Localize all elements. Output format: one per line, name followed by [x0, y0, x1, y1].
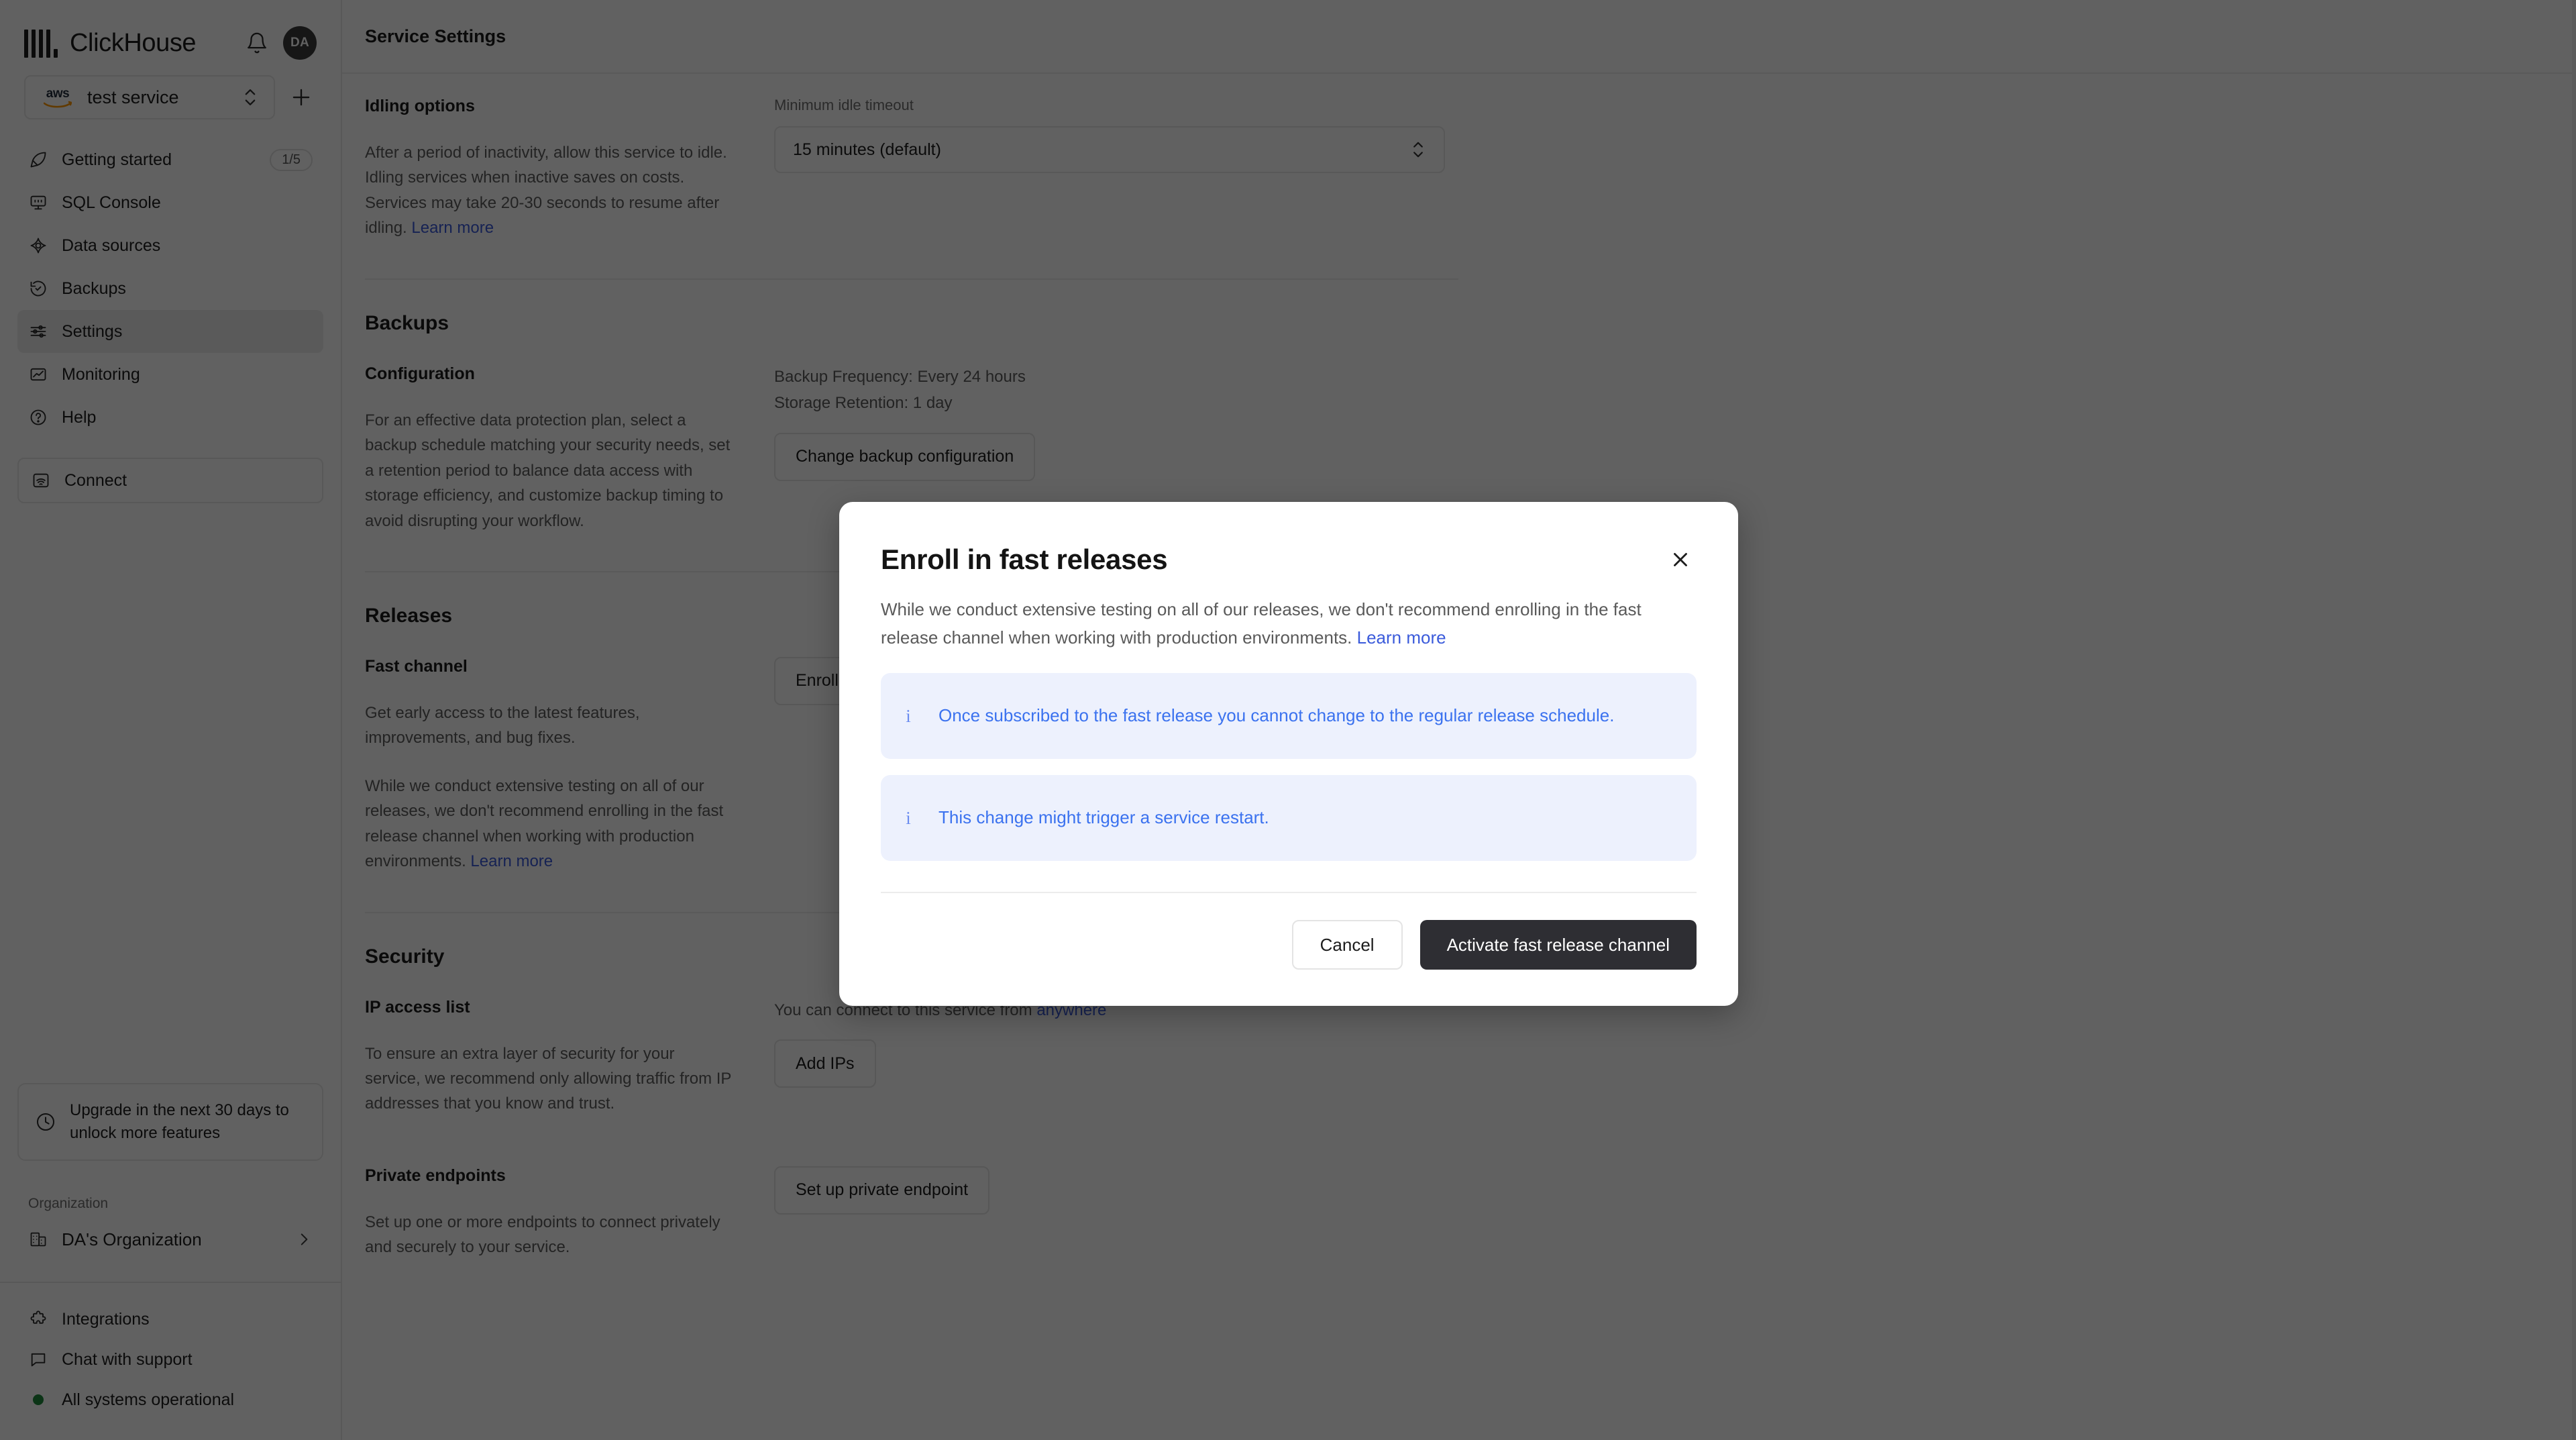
modal-learn-more-link[interactable]: Learn more [1357, 627, 1446, 648]
activate-fast-release-channel-button[interactable]: Activate fast release channel [1419, 920, 1697, 970]
info-icon: i [906, 705, 911, 726]
modal-title: Enroll in fast releases [881, 544, 1168, 575]
modal-alert-text: This change might trigger a service rest… [938, 807, 1269, 828]
info-icon: i [906, 807, 911, 828]
modal-alert-restart: i This change might trigger a service re… [881, 775, 1697, 862]
modal-actions: Cancel Activate fast release channel [881, 920, 1697, 970]
cancel-button[interactable]: Cancel [1291, 920, 1403, 970]
close-icon[interactable] [1664, 544, 1697, 576]
modal-description: While we conduct extensive testing on al… [881, 596, 1697, 652]
modal-separator [881, 892, 1697, 894]
modal-alert-subscription: i Once subscribed to the fast release yo… [881, 673, 1697, 760]
modal-description-text: While we conduct extensive testing on al… [881, 599, 1642, 648]
modal-header: Enroll in fast releases [881, 544, 1697, 576]
modal-alert-text: Once subscribed to the fast release you … [938, 705, 1615, 726]
enroll-fast-releases-dialog: Enroll in fast releases While we conduct… [839, 502, 1738, 1007]
